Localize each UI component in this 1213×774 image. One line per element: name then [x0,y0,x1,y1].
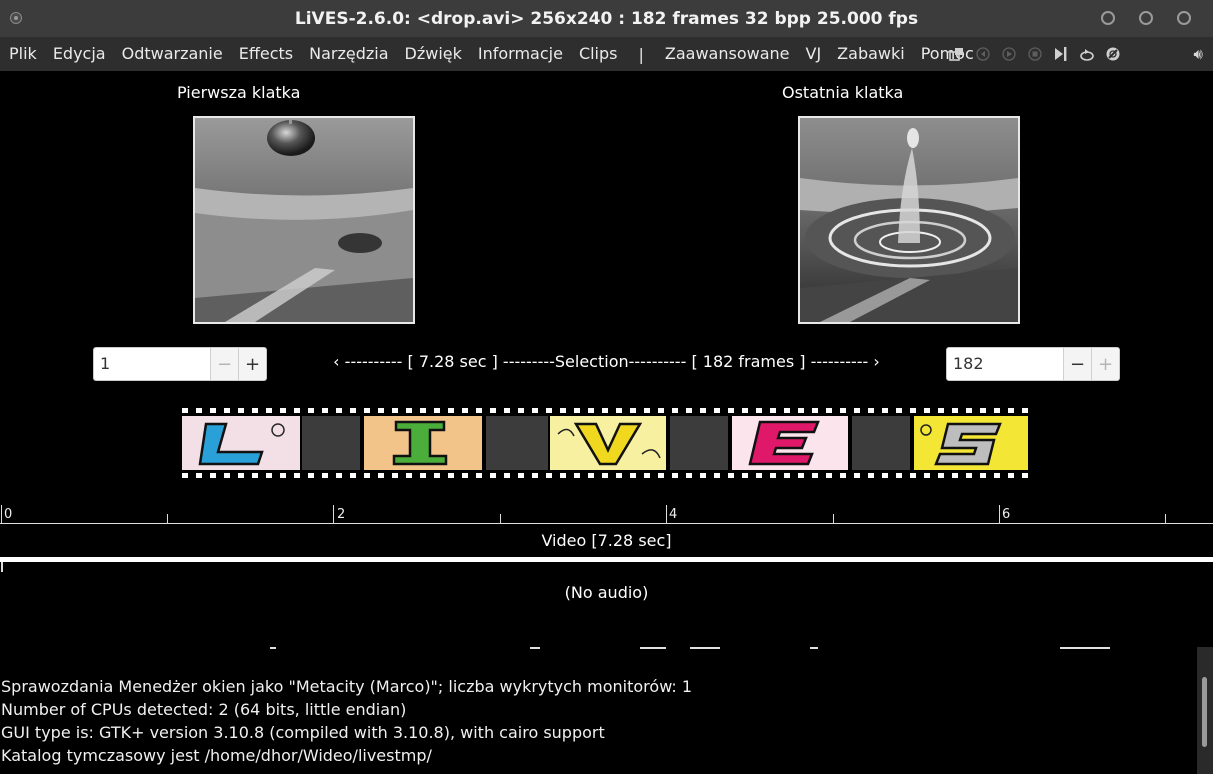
log-line: Katalog tymczasowy jest /home/dhor/Wideo… [1,746,432,765]
menu-informacje[interactable]: Informacje [470,37,571,71]
selection-left-arrow-icon[interactable]: ‹ [333,352,339,371]
ruler-tick [1,505,2,524]
menu-clips[interactable]: Clips [571,37,626,71]
end-frame-input[interactable]: 182 [947,348,1063,380]
menu-narzedzia[interactable]: Narzędzia [301,37,396,71]
play-selection-icon[interactable] [1048,37,1074,71]
toolbar [944,37,1126,71]
ruler-label-2: 2 [337,507,346,522]
menu-plik[interactable]: Plik [0,37,45,71]
menu-zabawki[interactable]: Zabawki [829,37,913,71]
menu-vj[interactable]: VJ [798,37,830,71]
menu-effects[interactable]: Effects [231,37,301,71]
menu-edycja[interactable]: Edycja [45,37,114,71]
menu-bar: Plik Edycja Odtwarzanie Effects Narzędzi… [0,37,1213,71]
log-line: GUI type is: GTK+ version 3.10.8 (compil… [1,723,605,742]
rewind-icon[interactable] [970,37,996,71]
window-menu-icon[interactable] [10,12,22,24]
loop-icon[interactable] [1074,37,1100,71]
first-frame-image [193,116,415,324]
end-frame-increment-button[interactable]: + [1091,348,1119,380]
first-frame-label: Pierwsza klatka [177,83,301,102]
ruler-label-0: 0 [4,507,13,522]
last-frame-label: Ostatnia klatka [782,83,904,102]
video-track-label: Video [7.28 sec] [541,531,672,550]
ruler-tick [500,514,501,524]
video-track-bar[interactable] [0,557,1213,562]
audio-track-label: (No audio) [564,583,649,602]
sepwin-icon[interactable] [944,37,970,71]
ruler-tick [1165,514,1166,524]
menu-dzwiek[interactable]: Dźwięk [397,37,470,71]
menu-zaawansowane[interactable]: Zaawansowane [657,37,798,71]
volume-icon[interactable]: 🔊︎ [1194,37,1203,71]
close-icon[interactable] [1177,11,1191,25]
log-scrollbar-thumb[interactable] [1202,677,1207,747]
selection-right-arrow-icon[interactable]: › [873,352,879,371]
play-icon[interactable] [996,37,1022,71]
end-frame-decrement-button[interactable]: − [1063,348,1091,380]
mute-icon[interactable] [1100,37,1126,71]
timeline-ruler[interactable] [0,523,1213,524]
playback-position-marker[interactable] [1,562,3,572]
menu-odtwarzanie[interactable]: Odtwarzanie [114,37,231,71]
log-line: Sprawozdania Menedżer okien jako "Metaci… [1,677,693,696]
lives-logo-filmstrip [178,404,1036,482]
ruler-label-6: 6 [1002,507,1011,522]
ruler-tick [666,505,667,524]
maximize-icon[interactable] [1139,11,1153,25]
ruler-tick [333,505,334,524]
stop-icon[interactable] [1022,37,1048,71]
ruler-label-4: 4 [669,507,678,522]
ruler-tick [833,514,834,524]
ruler-tick [167,514,168,524]
log-line: Number of CPUs detected: 2 (64 bits, lit… [1,700,407,719]
end-frame-spinner: 182 − + [946,347,1120,381]
minimize-icon[interactable] [1101,11,1115,25]
selection-text: ---------- [ 7.28 sec ] ---------Selecti… [344,352,869,371]
title-bar: LiVES-2.6.0: <drop.avi> 256x240 : 182 fr… [0,0,1213,37]
window-title: LiVES-2.6.0: <drop.avi> 256x240 : 182 fr… [294,8,919,29]
menu-separator: | [638,44,644,64]
last-frame-image [798,116,1020,324]
ruler-tick [999,505,1000,524]
message-log[interactable]: Sprawozdania Menedżer okien jako "Metaci… [0,647,1197,774]
